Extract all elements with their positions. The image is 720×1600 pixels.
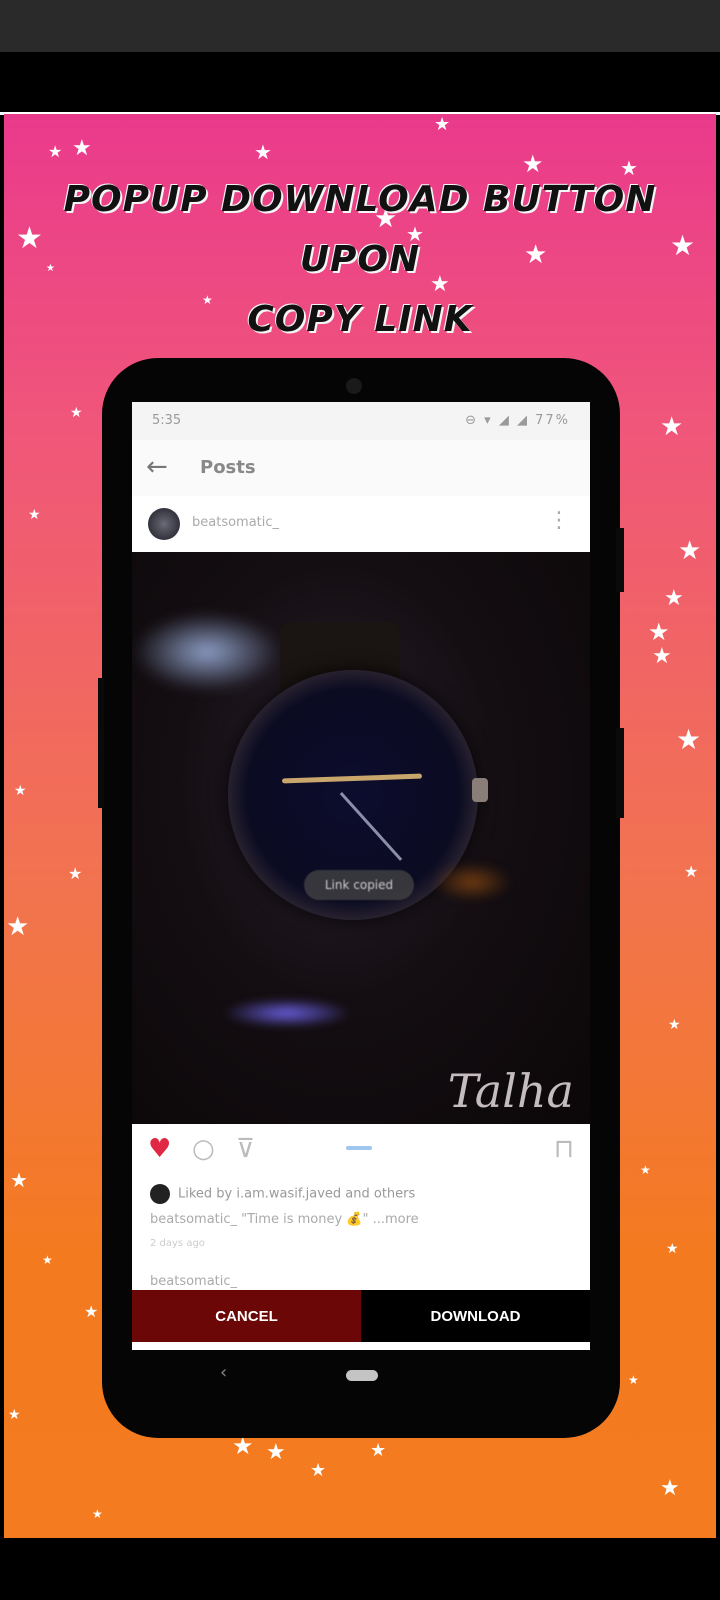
star-icon: ★	[668, 1017, 681, 1033]
next-post-username: beatsomatic_	[150, 1274, 238, 1289]
star-icon: ★	[310, 1460, 327, 1481]
star-icon: ★	[72, 136, 92, 161]
star-icon: ★	[660, 412, 684, 442]
post-username[interactable]: beatsomatic_	[192, 515, 279, 530]
star-icon: ★	[648, 618, 670, 646]
star-icon: ★	[684, 862, 699, 881]
star-icon: ★	[28, 507, 41, 523]
status-bar: 5:35 ⊖ ▾ ◢ ◢ 77%	[132, 402, 590, 440]
headline-line-2: Copy Link	[247, 299, 473, 340]
phone-mockup: 5:35 ⊖ ▾ ◢ ◢ 77% ← Posts beatsomatic_ ⋮	[98, 358, 624, 1438]
bookmark-icon[interactable]: ⊓	[554, 1134, 574, 1164]
status-time: 5:35	[152, 413, 182, 428]
side-button	[98, 678, 104, 808]
post-time: 2 days ago	[150, 1238, 205, 1249]
video-frame: ★ ★ ★ ★ ★ ★ ★ ★ ★ ★ ★ ★ ★ ★ ★ ★ ★ ★ ★ ★ …	[4, 114, 716, 1538]
watermark: Talha	[447, 1064, 574, 1118]
star-icon: ★	[8, 1407, 21, 1423]
star-icon: ★	[70, 405, 83, 421]
comment-icon[interactable]: ○	[192, 1134, 215, 1164]
amber-glow	[432, 862, 512, 902]
star-icon: ★	[434, 114, 451, 135]
star-icon: ★	[664, 586, 684, 611]
heart-icon[interactable]: ♥	[148, 1134, 171, 1164]
status-icons: ⊖ ▾ ◢ ◢ 77%	[465, 413, 570, 428]
side-button	[616, 528, 624, 592]
purple-glow	[222, 998, 352, 1028]
liked-by: Liked by i.am.wasif.javed and others	[150, 1184, 415, 1204]
star-icon: ★	[92, 1507, 103, 1521]
arrow-left-icon[interactable]: ←	[146, 452, 168, 482]
post-image[interactable]: Link copied Talha	[132, 552, 590, 1124]
download-popup: CANCEL DOWNLOAD	[132, 1290, 590, 1342]
app-bar: ← Posts	[132, 440, 590, 496]
star-icon: ★	[666, 1241, 679, 1257]
star-icon: ★	[84, 1302, 99, 1321]
carousel-dots	[346, 1146, 372, 1150]
light-glow	[132, 612, 282, 692]
headline-line-1: Popup Download Button Upon	[63, 179, 657, 280]
headline: Popup Download Button Upon Copy Link	[4, 170, 716, 350]
star-icon: ★	[652, 644, 672, 669]
download-button[interactable]: DOWNLOAD	[361, 1290, 590, 1342]
liker-avatar	[150, 1184, 170, 1204]
star-icon: ★	[6, 912, 30, 942]
star-icon: ★	[370, 1440, 387, 1461]
link-copied-toast: Link copied	[304, 870, 414, 900]
star-icon: ★	[10, 1168, 28, 1192]
cancel-button[interactable]: CANCEL	[132, 1290, 361, 1342]
post-actions: ♥ ○ ⊽ ⊓	[132, 1124, 590, 1174]
star-icon: ★	[678, 536, 702, 566]
star-icon: ★	[42, 1253, 53, 1267]
star-icon: ★	[640, 1163, 651, 1177]
top-status-strip	[0, 0, 720, 52]
star-icon: ★	[266, 1440, 286, 1465]
liked-by-text: Liked by i.am.wasif.javed and others	[178, 1186, 416, 1202]
star-icon: ★	[14, 783, 27, 799]
post-header: beatsomatic_ ⋮	[132, 496, 590, 552]
star-icon: ★	[48, 142, 63, 161]
system-nav-bar: ‹	[132, 1350, 590, 1402]
watch-crown	[472, 778, 488, 802]
star-icon: ★	[254, 140, 272, 164]
camera	[346, 378, 362, 394]
phone-screen: 5:35 ⊖ ▾ ◢ ◢ 77% ← Posts beatsomatic_ ⋮	[132, 402, 590, 1350]
nav-home-pill[interactable]	[346, 1370, 378, 1381]
avatar[interactable]	[148, 508, 180, 540]
star-icon: ★	[628, 1373, 639, 1387]
post-caption: beatsomatic_ "Time is money 💰" ...more	[150, 1212, 419, 1227]
page-title: Posts	[200, 457, 256, 478]
star-icon: ★	[68, 864, 83, 883]
star-icon: ★	[676, 723, 702, 756]
more-vertical-icon[interactable]: ⋮	[548, 508, 570, 533]
side-button	[616, 728, 624, 818]
share-icon[interactable]: ⊽	[236, 1134, 255, 1164]
nav-back-icon[interactable]: ‹	[220, 1362, 227, 1383]
star-icon: ★	[660, 1476, 680, 1501]
